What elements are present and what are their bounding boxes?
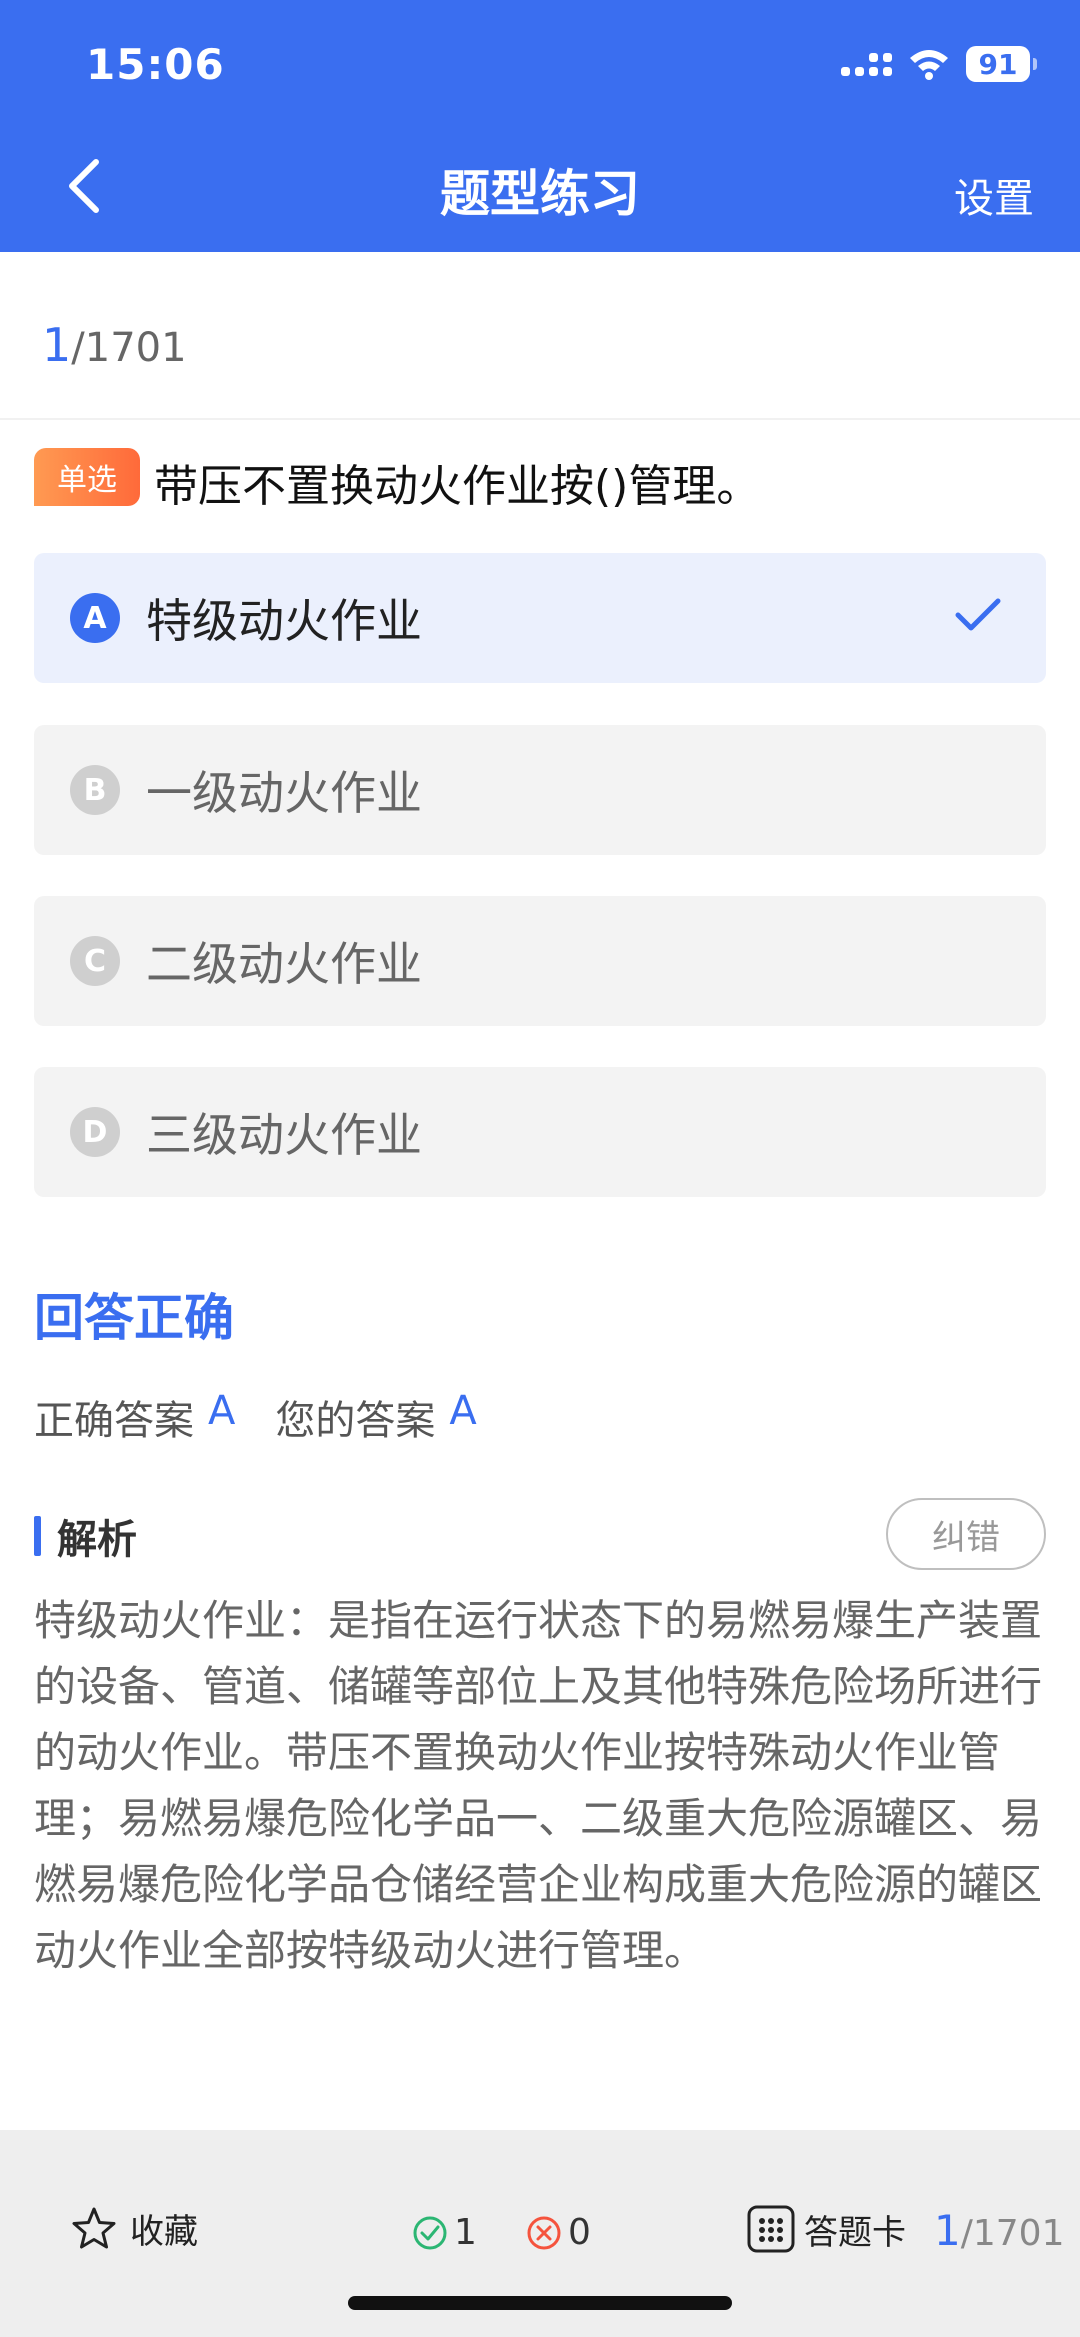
answer-summary: 正确答案 A 您的答案 A <box>34 1388 517 1446</box>
progress-total: /1701 <box>71 325 187 371</box>
page-title: 题型练习 <box>440 165 640 223</box>
divider <box>0 418 1080 420</box>
question-text: 带压不置换动火作业按()管理。 <box>154 461 761 512</box>
correct-answer-label: 正确答案 <box>34 1398 194 1444</box>
answer-result: 回答正确 <box>34 1289 234 1347</box>
your-answer-value: A <box>449 1388 477 1434</box>
status-time: 15:06 <box>86 40 225 89</box>
option-letter: C <box>70 936 120 986</box>
option-a[interactable]: A 特级动火作业 <box>34 553 1046 683</box>
wrong-count: 0 <box>526 2212 591 2253</box>
check-circle-icon <box>413 2216 447 2249</box>
battery-indicator: 91 <box>966 46 1037 82</box>
option-letter: A <box>70 593 120 643</box>
option-label: 特级动火作业 <box>146 594 422 648</box>
wrong-count-value: 0 <box>568 2212 591 2253</box>
your-answer-label: 您的答案 <box>275 1398 436 1444</box>
wifi-icon <box>910 50 948 80</box>
analysis-title: 解析 <box>57 1517 137 1563</box>
option-c[interactable]: C 二级动火作业 <box>34 896 1046 1026</box>
correct-count: 1 <box>412 2212 477 2253</box>
correct-answer-value: A <box>208 1388 236 1434</box>
report-error-button[interactable]: 纠错 <box>886 1498 1046 1570</box>
grid-icon <box>747 2205 795 2253</box>
option-letter: D <box>70 1107 120 1157</box>
progress-current: 1 <box>42 318 72 372</box>
bottom-progress-total: /1701 <box>960 2213 1065 2254</box>
option-label: 一级动火作业 <box>146 766 422 820</box>
page: 15:06 91 题型练习 设置 1/1701 单选 带压不置换动火作业按()管… <box>0 0 1080 2337</box>
x-circle-icon <box>527 2216 561 2249</box>
favorite-label: 收藏 <box>130 2212 198 2252</box>
favorite-button[interactable]: 收藏 <box>70 2204 198 2253</box>
option-label: 三级动火作业 <box>146 1108 422 1162</box>
status-icons: 91 <box>841 44 1037 84</box>
option-label: 二级动火作业 <box>146 937 422 991</box>
question-type-badge: 单选 <box>34 448 140 506</box>
top-header: 15:06 91 题型练习 设置 <box>0 0 1080 252</box>
correct-count-value: 1 <box>454 2212 477 2253</box>
section-bar <box>34 1516 41 1556</box>
star-icon <box>72 2207 116 2248</box>
option-d[interactable]: D 三级动火作业 <box>34 1067 1046 1197</box>
option-letter: B <box>70 765 120 815</box>
home-indicator <box>348 2296 732 2310</box>
settings-button[interactable]: 设置 <box>954 166 1034 224</box>
question-progress: 1/1701 <box>42 318 187 372</box>
answer-card-button[interactable]: 答题卡 <box>746 2204 906 2254</box>
cellular-signal-icon <box>841 52 892 76</box>
analysis-text: 特级动火作业：是指在运行状态下的易燃易爆生产装置的设备、管道、储罐等部位上及其他… <box>34 1596 1043 1975</box>
answer-card-label: 答题卡 <box>804 2212 906 2253</box>
checkmark-icon <box>955 598 1001 631</box>
bottom-progress-current: 1 <box>934 2206 961 2255</box>
bottom-progress: 1/1701 <box>934 2206 1064 2255</box>
analysis-header: 解析 <box>34 1512 137 1563</box>
option-b[interactable]: B 一级动火作业 <box>34 725 1046 855</box>
